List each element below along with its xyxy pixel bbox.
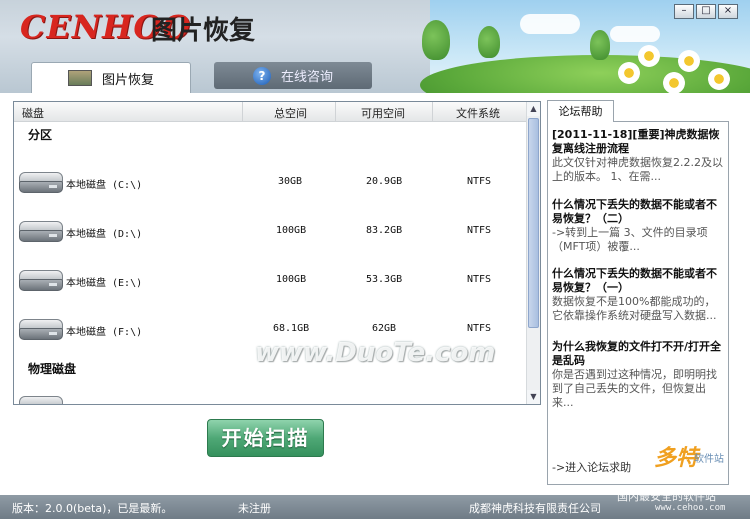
cloud-decoration <box>610 26 660 42</box>
section-physical-disks: 物理磁盘 <box>28 362 77 376</box>
vertical-scrollbar[interactable]: ▲ ▼ <box>526 102 540 404</box>
tab-label: 图片恢复 <box>101 72 154 88</box>
flower-decoration <box>708 68 730 90</box>
watermark-slogan: 国内最安全的软件站 <box>617 490 716 503</box>
drive-total: 68.1GB <box>273 323 310 334</box>
close-button[interactable]: × <box>718 4 738 19</box>
scroll-up-arrow[interactable]: ▲ <box>527 102 540 116</box>
section-partitions: 分区 <box>28 128 53 142</box>
drive-row[interactable]: 本地磁盘 (E:\) 100GB 53.3GB NTFS <box>14 268 528 294</box>
drive-total: 100GB <box>276 225 307 236</box>
help-icon: ? <box>252 66 271 85</box>
forum-post[interactable]: [2011-11-18][重要]神虎数据恢复离线注册流程 此文仅针对神虎数据恢复… <box>552 128 724 184</box>
tree-decoration <box>590 30 610 60</box>
column-free[interactable]: 可用空间 <box>361 105 405 121</box>
drive-row[interactable]: 本地磁盘 (C:\) 30GB 20.9GB NTFS <box>14 170 528 196</box>
photo-icon <box>67 70 92 86</box>
flower-decoration <box>618 62 640 84</box>
column-disk[interactable]: 磁盘 <box>22 105 44 121</box>
tree-decoration <box>478 26 500 58</box>
drive-free: 53.3GB <box>366 274 403 285</box>
duote-logo-watermark: 多特 软件站 <box>650 440 745 495</box>
tree-decoration <box>422 20 450 60</box>
drive-fs: NTFS <box>467 225 492 236</box>
drive-row[interactable]: 本地磁盘 (D:\) 100GB 83.2GB NTFS <box>14 219 528 245</box>
scroll-thumb[interactable] <box>528 118 539 328</box>
cloud-decoration <box>520 14 580 34</box>
watermark-url: www.cehoo.com <box>655 503 726 513</box>
window-controls: – □ × <box>674 4 738 19</box>
post-body: ->转到上一篇 3、文件的目录项（MFT项）被覆... <box>552 226 708 253</box>
main-panel: 磁盘 总空间 可用空间 文件系统 分区 本地磁盘 (C:\) 30GB 20.9… <box>0 93 750 495</box>
post-title[interactable]: 为什么我恢复的文件打不开/打开全是乱码 <box>552 340 724 368</box>
column-header: 磁盘 总空间 可用空间 文件系统 <box>14 102 528 122</box>
start-scan-button[interactable]: 开始扫描 <box>207 419 324 457</box>
drive-name: 本地磁盘 (E:\) <box>66 278 143 289</box>
hard-disk-icon <box>19 221 63 243</box>
forum-panel: 论坛帮助 [2011-11-18][重要]神虎数据恢复离线注册流程 此文仅针对神… <box>547 100 729 485</box>
drive-free: 83.2GB <box>366 225 403 236</box>
version-text: 版本：2.0.0(beta)，已是最新。 <box>12 502 173 515</box>
post-title[interactable]: [2011-11-18][重要]神虎数据恢复离线注册流程 <box>552 128 724 156</box>
drive-total: 100GB <box>276 274 307 285</box>
column-fs[interactable]: 文件系统 <box>456 105 500 121</box>
maximize-button[interactable]: □ <box>696 4 716 19</box>
post-title[interactable]: 什么情况下丢失的数据不能或者不易恢复？（一） <box>552 267 724 295</box>
hard-disk-icon <box>19 270 63 292</box>
drive-fs: NTFS <box>467 323 492 334</box>
drive-name: 本地磁盘 (C:\) <box>66 180 143 191</box>
minimize-button[interactable]: – <box>674 4 694 19</box>
drive-fs: NTFS <box>467 176 492 187</box>
registration-status[interactable]: 未注册 <box>238 500 271 516</box>
app-window: CENHOO 图片恢复 – □ × 图片恢复 ? 在线咨询 磁盘 总空间 可用空… <box>0 0 750 519</box>
hard-disk-icon <box>19 319 63 341</box>
drive-row[interactable] <box>14 394 528 404</box>
forum-body: [2011-11-18][重要]神虎数据恢复离线注册流程 此文仅针对神虎数据恢复… <box>547 121 729 485</box>
flower-decoration <box>678 50 700 72</box>
company-name: 成都神虎科技有限责任公司 <box>469 502 601 515</box>
drive-total: 30GB <box>278 176 303 187</box>
drive-free: 20.9GB <box>366 176 403 187</box>
flower-decoration <box>638 45 660 67</box>
tab-online-consult[interactable]: ? 在线咨询 <box>214 62 372 89</box>
tab-forum-help[interactable]: 论坛帮助 <box>547 100 614 122</box>
forum-post[interactable]: 为什么我恢复的文件打不开/打开全是乱码 你是否遇到过这种情况，即明明找到了自己丢… <box>552 340 724 410</box>
hard-disk-icon <box>19 172 63 194</box>
post-title[interactable]: 什么情况下丢失的数据不能或者不易恢复？（二） <box>552 198 724 226</box>
drive-fs: NTFS <box>467 274 492 285</box>
tab-label: 在线咨询 <box>280 70 333 85</box>
watermark-brand: 多特 <box>654 446 699 471</box>
flower-decoration <box>663 72 685 93</box>
drive-name: 本地磁盘 (F:\) <box>66 327 143 338</box>
forum-post[interactable]: 什么情况下丢失的数据不能或者不易恢复？（二） ->转到上一篇 3、文件的目录项（… <box>552 198 724 254</box>
drive-name: 本地磁盘 (D:\) <box>66 229 143 240</box>
scroll-down-arrow[interactable]: ▼ <box>527 390 540 404</box>
forum-help-link[interactable]: ->进入论坛求助 <box>552 459 631 475</box>
post-body: 数据恢复不是100%都能成功的，它依靠操作系统对硬盘写入数据... <box>552 295 717 322</box>
app-title: 图片恢复 <box>151 16 256 46</box>
hard-disk-icon <box>19 396 63 404</box>
header-bar: CENHOO 图片恢复 – □ × 图片恢复 ? 在线咨询 <box>0 0 750 93</box>
duote-watermark: www.DuoTe.com <box>255 338 496 368</box>
post-body: 此文仅针对神虎数据恢复2.2.2及以上的版本。 1、在需... <box>552 156 723 183</box>
column-total[interactable]: 总空间 <box>274 105 307 121</box>
drive-free: 62GB <box>372 323 397 334</box>
post-body: 你是否遇到过这种情况，即明明找到了自己丢失的文件，但恢复出来... <box>552 368 717 409</box>
forum-post[interactable]: 什么情况下丢失的数据不能或者不易恢复？（一） 数据恢复不是100%都能成功的，它… <box>552 267 724 323</box>
watermark-brand-sub: 软件站 <box>694 454 724 465</box>
tab-photo-recovery[interactable]: 图片恢复 <box>31 62 191 93</box>
